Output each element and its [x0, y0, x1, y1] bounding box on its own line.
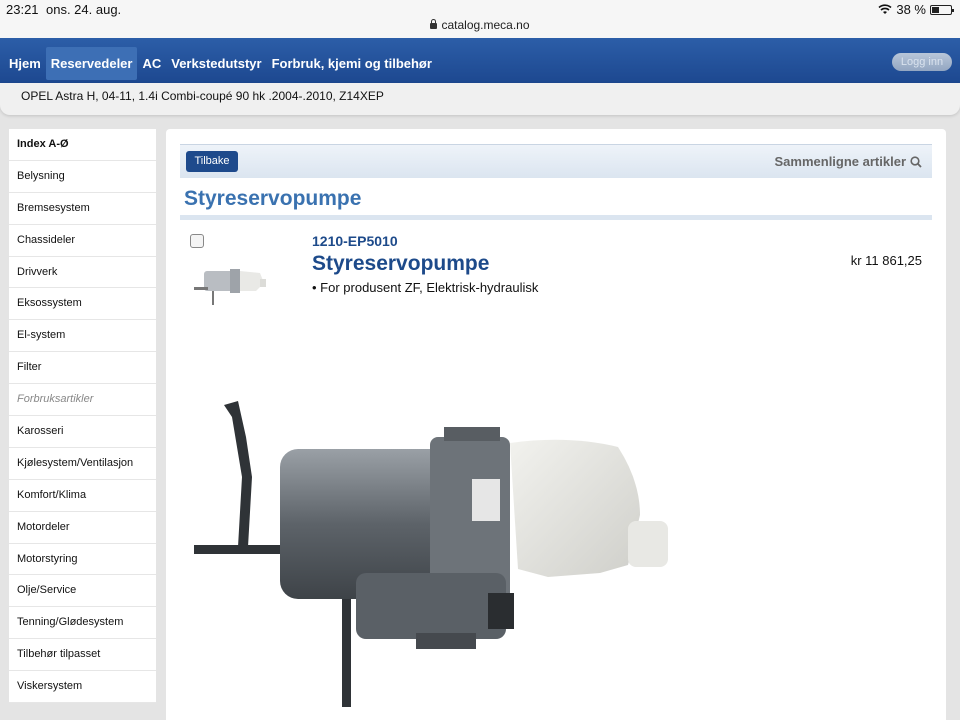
search-icon	[910, 155, 922, 168]
sidebar-item-tilbehor[interactable]: Tilbehør tilpasset	[9, 639, 156, 672]
sidebar-header-index[interactable]: Index A-Ø	[9, 129, 156, 161]
sidebar-item-komfort[interactable]: Komfort/Klima	[9, 479, 156, 512]
page-title: Styreservopumpe	[184, 187, 362, 210]
sidebar-item-karosseri[interactable]: Karosseri	[9, 416, 156, 448]
sidebar-item-olje-service[interactable]: Olje/Service	[9, 575, 156, 608]
sidebar-item-belysning[interactable]: Belysning	[9, 160, 156, 193]
vehicle-description: OPEL Astra H, 04-11, 1.4i Combi-coupé 90…	[21, 89, 384, 103]
login-button[interactable]: Logg inn	[892, 53, 952, 71]
battery-icon	[930, 4, 954, 15]
compare-articles-link[interactable]: Sammenligne artikler	[775, 154, 923, 169]
nav-item-verkstedutstyr[interactable]: Verkstedutstyr	[166, 47, 266, 80]
category-sidebar: Index A-Ø Belysning Bremsesystem Chassid…	[9, 129, 156, 704]
sidebar-item-motordeler[interactable]: Motordeler	[9, 511, 156, 544]
article-number[interactable]: 1210-EP5010	[312, 233, 398, 249]
nav-item-reservedeler[interactable]: Reservedeler	[45, 47, 138, 80]
sidebar-item-chassideler[interactable]: Chassideler	[9, 224, 156, 257]
compare-label: Sammenligne artikler	[774, 154, 907, 169]
status-time: 23:21	[6, 2, 39, 17]
article-description: • For produsent ZF, Elektrisk-hydraulisk	[312, 280, 539, 295]
product-panel: Tilbake Sammenligne artikler Styreservop…	[166, 129, 946, 720]
nav-item-hjem[interactable]: Hjem	[4, 47, 46, 80]
sidebar-item-bremsesystem[interactable]: Bremsesystem	[9, 192, 156, 225]
address-bar[interactable]: catalog.meca.no	[0, 18, 960, 32]
sidebar-item-kjolesystem[interactable]: Kjølesystem/Ventilasjon	[9, 447, 156, 480]
article-price: kr 11 861,25	[850, 253, 922, 268]
status-indicators: 38 %	[878, 2, 954, 17]
sidebar-item-filter[interactable]: Filter	[9, 352, 156, 385]
lock-icon	[430, 19, 438, 29]
sidebar-item-tenning[interactable]: Tenning/Glødesystem	[9, 607, 156, 640]
compare-checkbox[interactable]	[190, 234, 204, 248]
sidebar-item-forbruksartikler[interactable]: Forbruksartikler	[9, 384, 156, 417]
url-text: catalog.meca.no	[441, 18, 530, 32]
sidebar-item-motorstyring[interactable]: Motorstyring	[9, 543, 156, 576]
product-thumbnail[interactable]	[190, 257, 270, 309]
battery-percent: 38 %	[896, 2, 926, 17]
sidebar-item-drivverk[interactable]: Drivverk	[9, 256, 156, 289]
nav-item-forbruk[interactable]: Forbruk, kjemi og tilbehør	[267, 47, 437, 80]
article-name[interactable]: Styreservopumpe	[312, 252, 489, 276]
wifi-icon	[878, 4, 892, 14]
vehicle-bar: OPEL Astra H, 04-11, 1.4i Combi-coupé 90…	[0, 83, 960, 115]
back-button[interactable]: Tilbake	[186, 151, 238, 172]
main-nav: Hjem Reservedeler AC Verkstedutstyr Forb…	[0, 38, 960, 83]
sidebar-item-viskersystem[interactable]: Viskersystem	[9, 671, 156, 704]
status-bar: 23:21 ons. 24. aug. 38 % catalog.meca.no	[0, 0, 960, 38]
status-date: ons. 24. aug.	[46, 2, 122, 17]
sidebar-item-eksossystem[interactable]: Eksossystem	[9, 288, 156, 321]
sidebar-item-el-system[interactable]: El-system	[9, 320, 156, 353]
title-divider	[180, 215, 932, 220]
product-image	[194, 401, 668, 707]
product-toolbar: Tilbake Sammenligne artikler	[180, 144, 932, 178]
nav-item-ac[interactable]: AC	[137, 47, 166, 80]
